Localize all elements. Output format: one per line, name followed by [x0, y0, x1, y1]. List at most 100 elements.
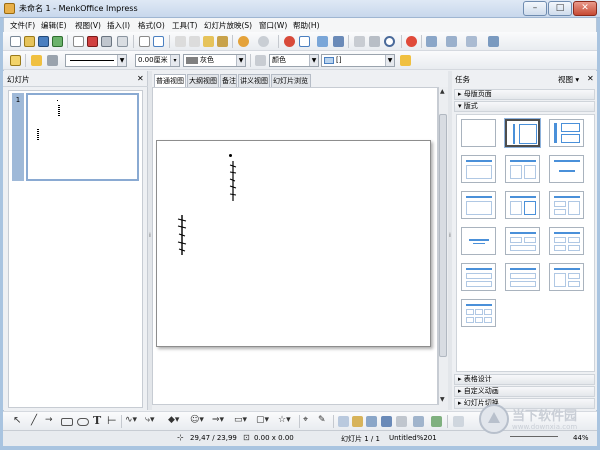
new-icon[interactable]	[10, 36, 21, 47]
slide-layout-icon[interactable]	[446, 36, 457, 47]
copy-icon[interactable]	[189, 36, 200, 47]
tab-normal[interactable]: 普通视图	[154, 74, 186, 87]
layout-stacked-content[interactable]	[461, 263, 496, 291]
basic-shapes-icon[interactable]: ◆▾	[168, 415, 179, 425]
section-master-pages[interactable]: ▸ 母版页面	[454, 89, 595, 100]
slide-design-icon[interactable]	[466, 36, 477, 47]
scroll-up-icon[interactable]: ▲	[440, 88, 445, 95]
text-tool-icon[interactable]: T	[93, 414, 101, 427]
menu-edit[interactable]: 编辑(E)	[41, 20, 67, 31]
slideshow-icon[interactable]	[488, 36, 499, 47]
menu-insert[interactable]: 插入(I)	[107, 20, 130, 31]
format-paintbrush-icon[interactable]	[217, 36, 228, 47]
slide[interactable]	[156, 140, 431, 347]
stars-icon[interactable]: ☆▾	[278, 415, 291, 425]
curve-tool-icon[interactable]: ∿▾	[125, 415, 137, 425]
table-icon[interactable]	[299, 36, 310, 47]
styles-icon[interactable]	[10, 55, 21, 66]
line-tool-icon[interactable]: ╱	[31, 415, 37, 426]
slides-pane-close-icon[interactable]: ✕	[137, 74, 144, 83]
undo-icon[interactable]	[238, 36, 249, 47]
zoom-icon[interactable]	[384, 36, 395, 47]
section-custom-animation[interactable]: ▸ 自定义动画	[454, 386, 595, 397]
layout-two-content[interactable]	[505, 155, 540, 183]
vertical-text-tool-icon[interactable]: ⊢	[107, 414, 117, 427]
left-splitter-grip[interactable]: ⁞	[149, 232, 151, 239]
maximize-button[interactable]: □	[548, 1, 572, 16]
tasks-view-dropdown[interactable]: 视图 ▾	[558, 74, 579, 85]
flowchart-icon[interactable]: ▭▾	[234, 415, 247, 425]
tab-slide-sorter[interactable]: 幻灯片浏览	[271, 74, 311, 87]
symbol-shapes-icon[interactable]: ☺▾	[190, 415, 204, 425]
menu-format[interactable]: 格式(O)	[138, 20, 165, 31]
layout-three-content[interactable]	[505, 227, 540, 255]
layout-content-split[interactable]	[549, 191, 584, 219]
pdf-icon[interactable]	[87, 36, 98, 47]
tab-handout[interactable]: 讲义视图	[238, 74, 270, 87]
minimize-button[interactable]: –	[523, 1, 547, 16]
layout-title-text[interactable]	[461, 191, 496, 219]
menu-help[interactable]: 帮助(H)	[293, 20, 320, 31]
cut-icon[interactable]	[175, 36, 186, 47]
line-icon[interactable]	[31, 55, 42, 66]
scroll-down-icon[interactable]: ▼	[440, 396, 445, 403]
shadow-icon[interactable]	[400, 55, 411, 66]
layout-centered-text[interactable]	[461, 227, 496, 255]
ellipse-tool-icon[interactable]	[77, 418, 89, 426]
layout-six-content[interactable]	[461, 299, 496, 327]
paste-icon[interactable]	[203, 36, 214, 47]
from-file-icon[interactable]	[352, 416, 363, 427]
menu-view[interactable]: 视图(V)	[75, 20, 101, 31]
section-table-design[interactable]: ▸ 表格设计	[454, 374, 595, 385]
slide-thumbnail[interactable]	[26, 93, 139, 181]
email-icon[interactable]	[73, 36, 84, 47]
print-preview-icon[interactable]	[117, 36, 128, 47]
layout-four-content[interactable]	[549, 227, 584, 255]
block-arrows-icon[interactable]: ⇒▾	[212, 415, 224, 425]
gallery-icon[interactable]	[333, 36, 344, 47]
scroll-thumb[interactable]	[439, 114, 447, 357]
fontwork-icon[interactable]	[338, 416, 349, 427]
layout-vertical-title-text[interactable]	[504, 118, 541, 148]
select-arrow-icon[interactable]: ↖	[13, 415, 21, 426]
layout-blank[interactable]	[461, 119, 496, 147]
line-color-select[interactable]: 灰色 ▼	[183, 54, 246, 67]
tab-notes[interactable]: 备注	[220, 74, 237, 87]
extrusion-icon[interactable]	[381, 416, 392, 427]
layout-vertical-title-two[interactable]	[549, 119, 584, 147]
zoom-slider[interactable]	[510, 436, 558, 444]
slide-vertical-title[interactable]	[176, 214, 188, 256]
right-splitter-grip[interactable]: ⁞	[449, 232, 451, 239]
area-icon[interactable]	[255, 55, 266, 66]
align-icon[interactable]	[396, 416, 407, 427]
edit-icon[interactable]	[52, 36, 63, 47]
image-icon[interactable]	[317, 36, 328, 47]
area-fill-select[interactable]: [] ▼	[321, 54, 395, 67]
print-icon[interactable]	[101, 36, 112, 47]
slide-icon[interactable]	[426, 36, 437, 47]
redo-icon[interactable]	[258, 36, 269, 47]
tasks-pane-close-icon[interactable]: ✕	[587, 74, 594, 83]
rectangle-tool-icon[interactable]	[61, 418, 73, 426]
save-icon[interactable]	[38, 36, 49, 47]
menu-tools[interactable]: 工具(T)	[172, 20, 197, 31]
chart-icon[interactable]	[284, 36, 295, 47]
area-style-select[interactable]: 颜色 ▼	[269, 54, 319, 67]
layout-title-two-rows[interactable]	[505, 263, 540, 291]
section-layouts[interactable]: ▾ 版式	[454, 101, 595, 112]
layout-title-content[interactable]	[549, 155, 584, 183]
line-width-field[interactable]: 0.00厘米 ▾	[135, 54, 180, 67]
points-icon[interactable]: ⌖	[303, 415, 308, 425]
navigator-icon[interactable]	[369, 36, 380, 47]
line-style-select[interactable]: ▼	[65, 54, 127, 67]
gallery-tool-icon[interactable]	[366, 416, 377, 427]
connector-tool-icon[interactable]: ⤷▾	[145, 415, 155, 425]
layout-title-quad[interactable]	[549, 263, 584, 291]
close-button[interactable]: ✕	[573, 1, 597, 16]
tab-outline[interactable]: 大纲视图	[187, 74, 219, 87]
grid-icon[interactable]	[354, 36, 365, 47]
menu-slideshow[interactable]: 幻灯片放映(S)	[204, 20, 252, 31]
menu-window[interactable]: 窗口(W)	[259, 20, 287, 31]
callouts-icon[interactable]: ▢▾	[256, 415, 269, 425]
shadow-tool-icon[interactable]	[431, 416, 442, 427]
